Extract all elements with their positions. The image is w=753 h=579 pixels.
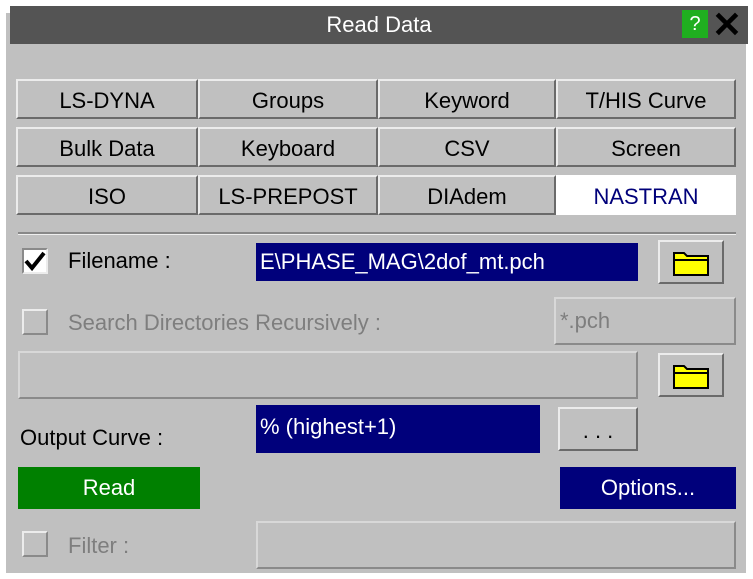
output-curve-label: Output Curve :: [20, 425, 164, 450]
tab-keyboard[interactable]: Keyboard: [198, 127, 378, 167]
tab-groups[interactable]: Groups: [198, 79, 378, 119]
file-pattern-field[interactable]: *.pch: [554, 297, 736, 345]
search-recursive-label: Search Directories Recursively :: [68, 310, 381, 335]
filter-checkbox[interactable]: [22, 531, 48, 557]
window-title: Read Data: [326, 12, 432, 37]
title-bar[interactable]: Read Data ? ✕: [10, 6, 748, 44]
tab-this-curve[interactable]: T/HIS Curve: [556, 79, 736, 119]
tab-csv[interactable]: CSV: [378, 127, 556, 167]
tab-ls-prepost[interactable]: LS-PREPOST: [198, 175, 378, 215]
browse-file-button[interactable]: [658, 240, 724, 284]
tab-nastran[interactable]: NASTRAN: [556, 175, 736, 215]
search-recursive-checkbox[interactable]: [22, 309, 48, 335]
tab-diadem[interactable]: DIAdem: [378, 175, 556, 215]
separator: [18, 232, 736, 235]
tab-ls-dyna[interactable]: LS-DYNA: [16, 79, 198, 119]
close-icon[interactable]: ✕: [709, 6, 745, 44]
filename-label: Filename :: [68, 248, 171, 273]
tab-iso[interactable]: ISO: [16, 175, 198, 215]
filename-field[interactable]: E\PHASE_MAG\2dof_mt.pch: [256, 243, 638, 281]
filename-checkbox[interactable]: [22, 248, 48, 274]
check-icon: [24, 251, 46, 272]
filter-field[interactable]: [256, 521, 736, 569]
read-button[interactable]: Read: [18, 467, 200, 509]
filter-label: Filter :: [68, 533, 130, 558]
folder-icon: [673, 252, 709, 276]
browse-directory-button[interactable]: [658, 353, 724, 397]
output-curve-field[interactable]: % (highest+1): [256, 405, 540, 453]
tab-keyword[interactable]: Keyword: [378, 79, 556, 119]
output-curve-more-button[interactable]: . . .: [558, 407, 638, 451]
help-button[interactable]: ?: [682, 10, 708, 38]
directory-field[interactable]: [18, 351, 638, 399]
tab-bulk-data[interactable]: Bulk Data: [16, 127, 198, 167]
folder-icon: [673, 365, 709, 389]
options-button[interactable]: Options...: [560, 467, 736, 509]
tab-screen[interactable]: Screen: [556, 127, 736, 167]
